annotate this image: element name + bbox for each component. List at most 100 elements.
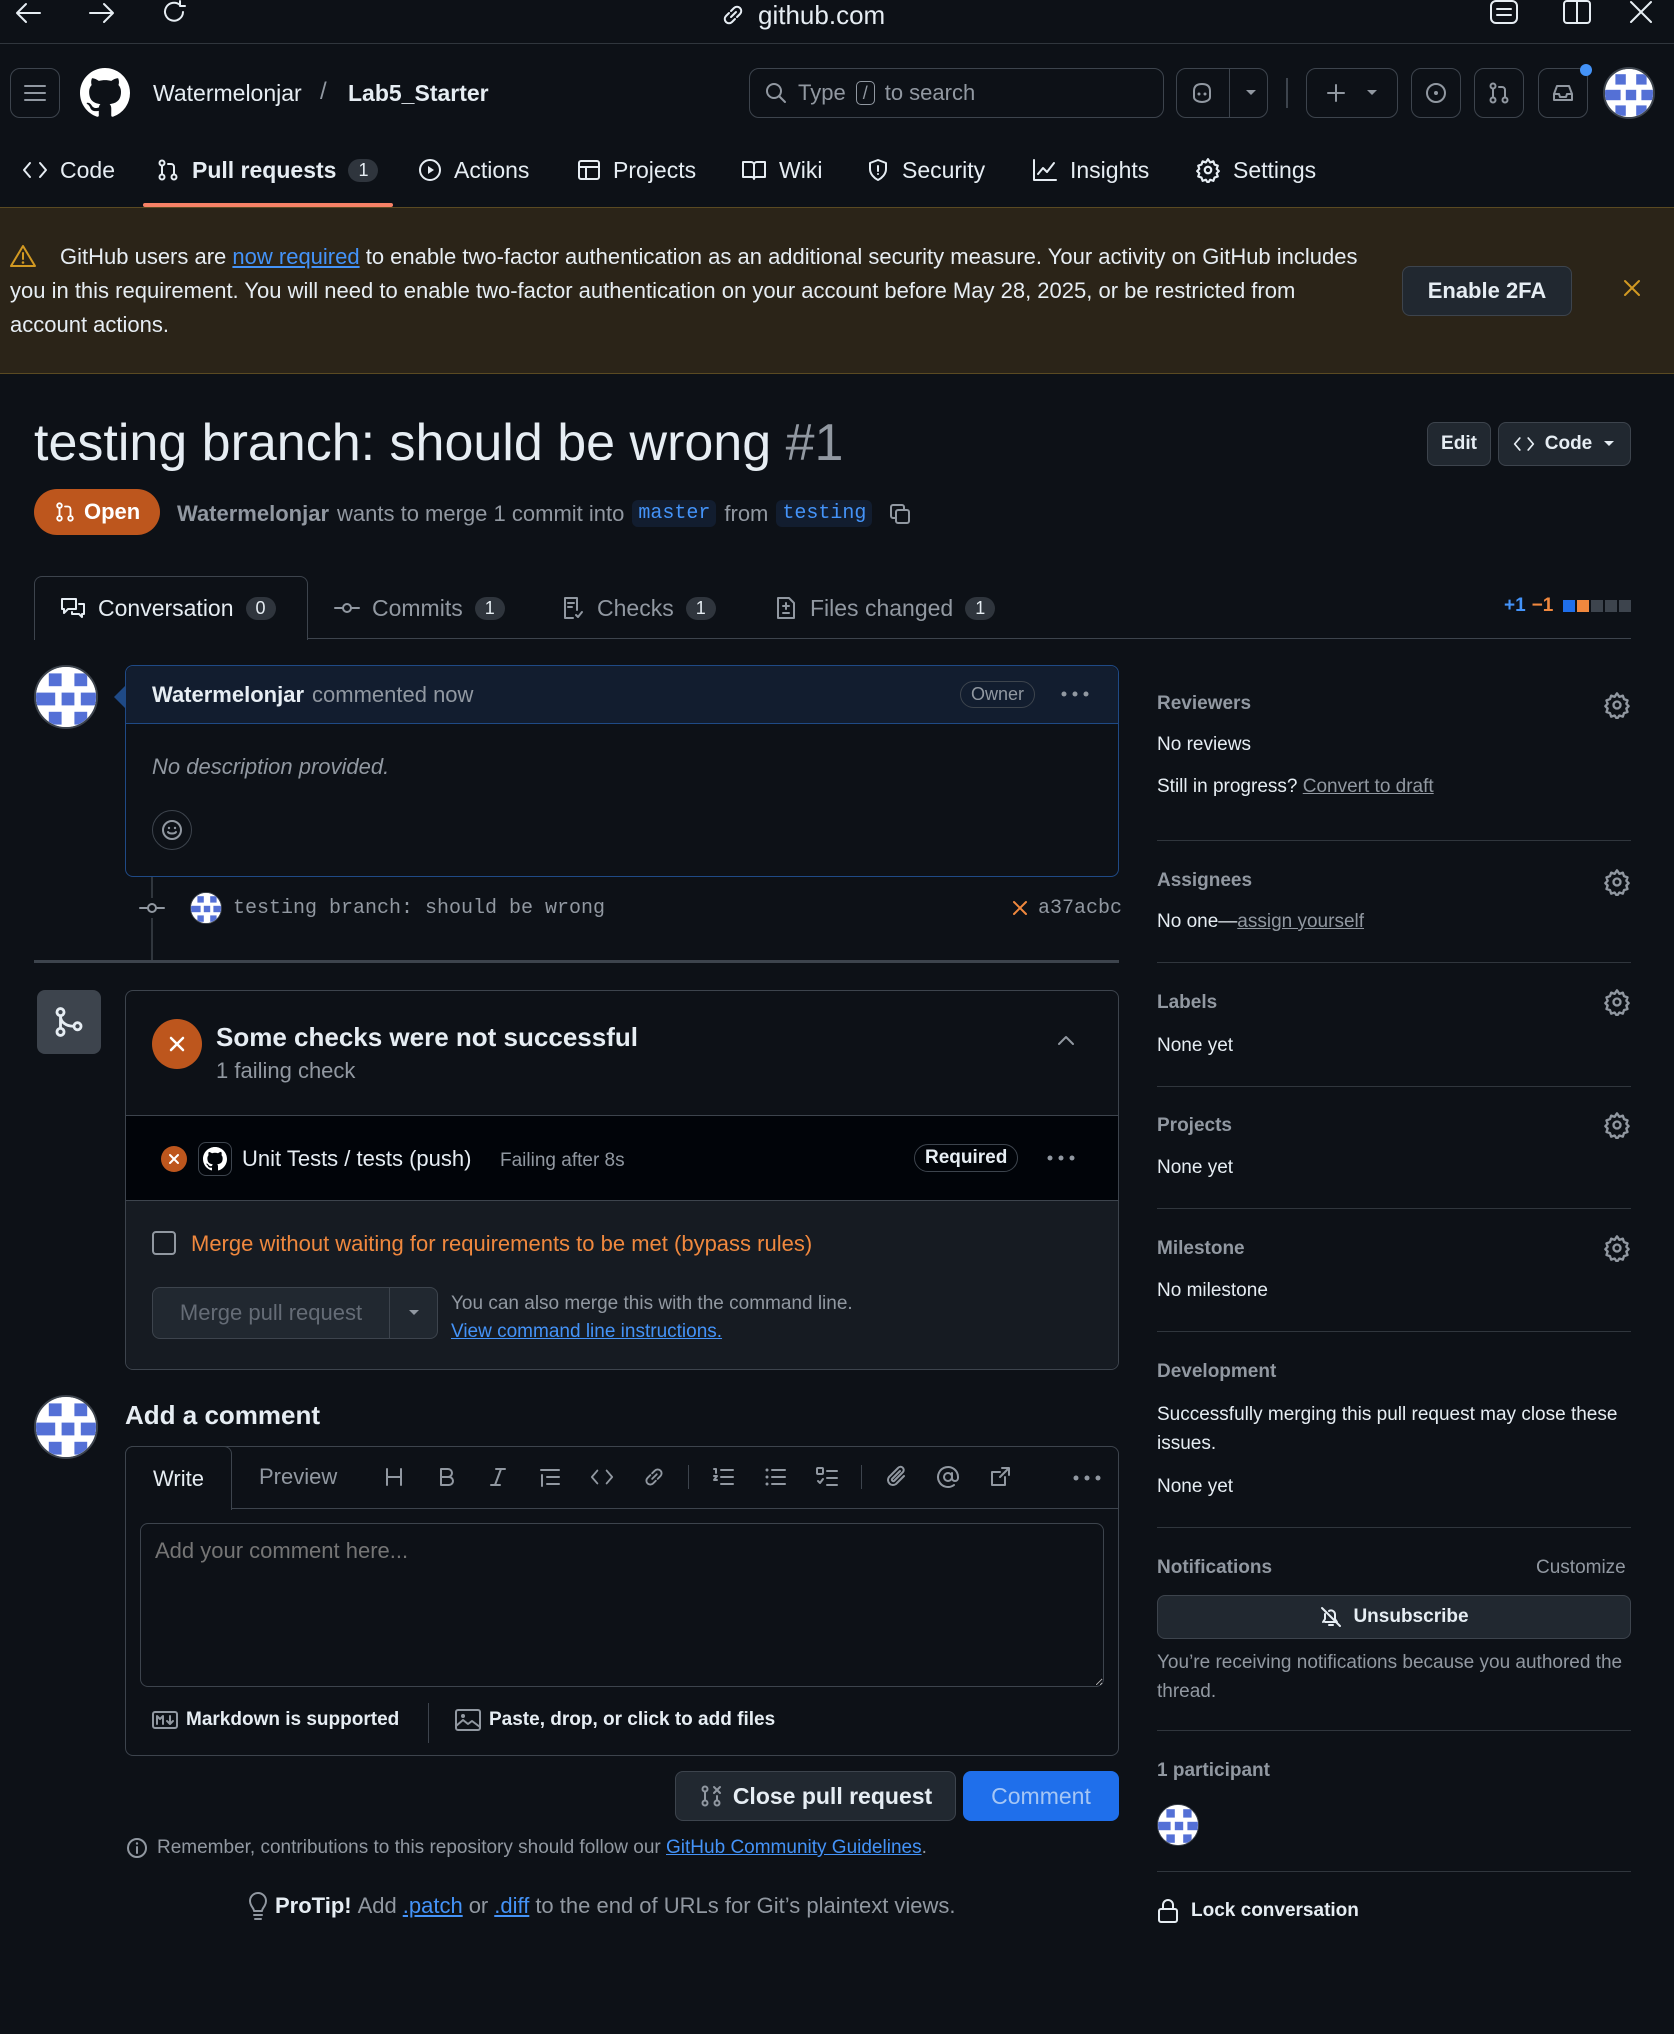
bold-icon[interactable]: [434, 1465, 458, 1489]
tab-checks[interactable]: Checks 1: [561, 580, 716, 636]
user-avatar[interactable]: [1603, 67, 1655, 119]
nav-pull-requests[interactable]: Pull requests 1: [156, 150, 379, 190]
sidebar-toggle-icon[interactable]: [1562, 0, 1592, 26]
dismiss-icon[interactable]: [1622, 278, 1642, 298]
issues-button[interactable]: [1411, 68, 1461, 118]
commit-sha[interactable]: a37acbc: [1038, 897, 1122, 920]
convert-to-draft-link[interactable]: Convert to draft: [1303, 776, 1434, 797]
participant-avatar[interactable]: [1157, 1804, 1199, 1846]
head-branch[interactable]: testing: [776, 500, 873, 527]
italic-icon[interactable]: [486, 1465, 510, 1489]
close-window-icon[interactable]: [1628, 0, 1654, 26]
nav-wiki[interactable]: Wiki: [741, 150, 822, 190]
community-guidelines-link[interactable]: GitHub Community Guidelines: [666, 1837, 922, 1858]
copy-icon[interactable]: [888, 502, 912, 526]
tab-conversation[interactable]: Conversation 0: [60, 580, 276, 636]
quote-icon[interactable]: [538, 1465, 562, 1489]
menu-button[interactable]: [10, 68, 60, 118]
nav-actions[interactable]: Actions: [418, 150, 529, 190]
check-run-row[interactable]: Unit Tests / tests (push) Failing after …: [126, 1115, 1118, 1201]
comment-time[interactable]: commented now: [312, 682, 473, 708]
light-bulb-icon: [247, 1892, 269, 1920]
labels-title[interactable]: Labels: [1157, 992, 1217, 1014]
projects-title[interactable]: Projects: [1157, 1115, 1232, 1137]
ordered-list-icon[interactable]: [711, 1465, 735, 1489]
create-new-button[interactable]: [1306, 68, 1398, 118]
gear-icon[interactable]: [1603, 1234, 1631, 1262]
attach-files-hint[interactable]: Paste, drop, or click to add files: [455, 1709, 775, 1731]
kebab-horizontal-icon[interactable]: [1046, 1148, 1076, 1168]
link-icon[interactable]: [642, 1465, 666, 1489]
base-branch[interactable]: master: [632, 500, 717, 527]
tab-files-changed[interactable]: Files changed 1: [774, 580, 996, 636]
development-title[interactable]: Development: [1157, 1361, 1276, 1383]
browser-tools-icon[interactable]: [1488, 0, 1520, 26]
heading-icon[interactable]: [382, 1465, 406, 1489]
comment-textarea[interactable]: [140, 1523, 1104, 1687]
reload-icon[interactable]: [160, 0, 188, 26]
tab-write[interactable]: Write: [125, 1446, 232, 1510]
kebab-horizontal-icon[interactable]: [1060, 684, 1090, 704]
unsubscribe-button[interactable]: Unsubscribe: [1157, 1595, 1631, 1639]
back-icon[interactable]: [14, 0, 44, 26]
markdown-hint[interactable]: Markdown is supported: [152, 1709, 399, 1731]
cli-instructions-link[interactable]: View command line instructions.: [451, 1321, 722, 1343]
check-name[interactable]: Unit Tests / tests (push): [242, 1146, 471, 1172]
unordered-list-icon[interactable]: [763, 1465, 787, 1489]
assignees-title[interactable]: Assignees: [1157, 870, 1252, 892]
reaction-button[interactable]: [152, 810, 192, 850]
chevron-down-icon[interactable]: [390, 1308, 437, 1318]
inbox-button[interactable]: [1538, 68, 1588, 118]
tab-commits[interactable]: Commits 1: [334, 580, 505, 636]
comment-author-avatar[interactable]: [34, 665, 98, 729]
current-user-avatar[interactable]: [34, 1395, 98, 1459]
nav-settings[interactable]: Settings: [1195, 150, 1316, 190]
nav-projects[interactable]: Projects: [577, 150, 696, 190]
enable-2fa-button[interactable]: Enable 2FA: [1402, 266, 1572, 316]
now-required-link[interactable]: now required: [232, 244, 359, 269]
repo-owner-link[interactable]: Watermelonjar: [153, 80, 302, 107]
address-bar[interactable]: github.com: [720, 0, 885, 30]
repo-name-link[interactable]: Lab5_Starter: [348, 80, 489, 107]
close-pull-request-button[interactable]: Close pull request: [675, 1771, 956, 1821]
search-input[interactable]: Type / to search: [749, 68, 1164, 118]
gear-icon[interactable]: [1603, 1111, 1631, 1139]
commit-message[interactable]: testing branch: should be wrong: [233, 897, 605, 920]
github-logo-icon[interactable]: [80, 68, 130, 118]
nav-code[interactable]: Code: [22, 150, 115, 190]
mention-icon[interactable]: [936, 1465, 960, 1489]
code-dropdown-button[interactable]: Code: [1498, 422, 1631, 466]
assign-yourself-link[interactable]: assign yourself: [1237, 911, 1364, 932]
tasklist-icon[interactable]: [815, 1465, 839, 1489]
diff-link[interactable]: .diff: [494, 1893, 529, 1919]
reviewers-title[interactable]: Reviewers: [1157, 693, 1251, 715]
pull-requests-button[interactable]: [1474, 68, 1524, 118]
gear-icon[interactable]: [1603, 988, 1631, 1016]
paperclip-icon[interactable]: [884, 1465, 908, 1489]
tab-preview[interactable]: Preview: [259, 1464, 337, 1490]
bypass-label[interactable]: Merge without waiting for requirements t…: [191, 1231, 812, 1257]
comment-author[interactable]: Watermelonjar: [152, 682, 304, 708]
commit-author-avatar[interactable]: [190, 892, 222, 924]
x-icon[interactable]: [1010, 898, 1030, 918]
code-icon[interactable]: [590, 1465, 614, 1489]
merge-pull-request-button[interactable]: Merge pull request: [153, 1300, 389, 1326]
gear-icon[interactable]: [1603, 691, 1631, 719]
kebab-horizontal-icon[interactable]: [1072, 1468, 1102, 1488]
cross-reference-icon[interactable]: [988, 1465, 1012, 1489]
milestone-title[interactable]: Milestone: [1157, 1238, 1245, 1260]
edit-title-button[interactable]: Edit: [1427, 422, 1491, 466]
forward-icon[interactable]: [86, 0, 116, 26]
gear-icon[interactable]: [1603, 868, 1631, 896]
copilot-button[interactable]: [1176, 68, 1268, 118]
bypass-checkbox[interactable]: [152, 1231, 176, 1255]
nav-insights[interactable]: Insights: [1032, 150, 1149, 190]
chevron-up-icon[interactable]: [1056, 1033, 1076, 1047]
lock-conversation[interactable]: Lock conversation: [1157, 1898, 1359, 1924]
patch-link[interactable]: .patch: [403, 1893, 463, 1919]
search-suffix: to search: [884, 80, 976, 105]
pr-author[interactable]: Watermelonjar: [177, 501, 329, 527]
nav-security[interactable]: Security: [866, 150, 985, 190]
customize-link[interactable]: Customize: [1536, 1557, 1626, 1579]
comment-button[interactable]: Comment: [963, 1771, 1119, 1821]
